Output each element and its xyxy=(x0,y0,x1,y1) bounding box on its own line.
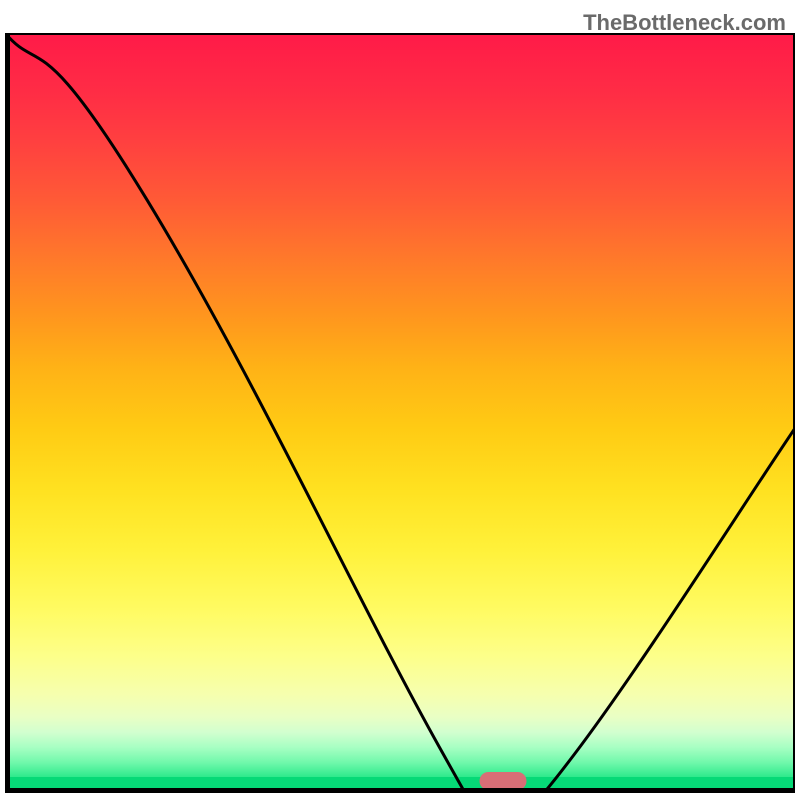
chart-border-left xyxy=(5,33,10,793)
chart-border-bottom xyxy=(5,788,795,793)
chart-area xyxy=(5,33,795,793)
chart-border-right xyxy=(793,33,795,793)
watermark-text: TheBottleneck.com xyxy=(583,10,786,36)
bottleneck-curve xyxy=(5,33,795,793)
